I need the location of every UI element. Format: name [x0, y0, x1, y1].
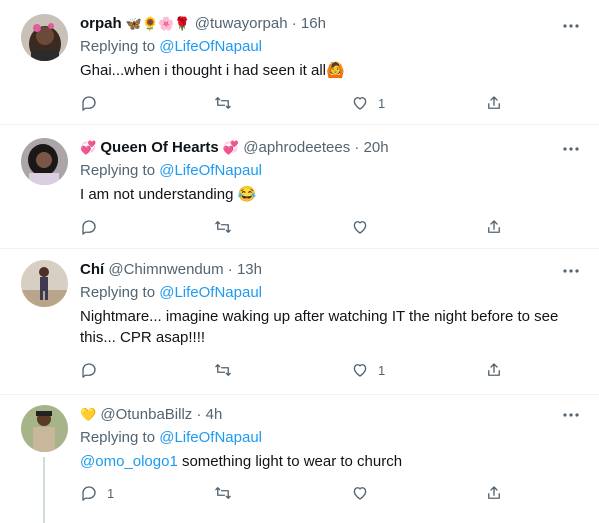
like-button[interactable]: [351, 217, 378, 237]
thread-line: [43, 457, 45, 523]
retweet-icon: [214, 94, 232, 112]
reply-button[interactable]: 1: [80, 483, 114, 503]
replying-to: Replying to @LifeOfNapaul: [80, 283, 559, 303]
reply-count: 1: [107, 485, 115, 501]
tweet-text: Nightmare... imagine waking up after wat…: [80, 306, 559, 348]
reply-tweet-2[interactable]: 💞 Queen Of Hearts 💞 @aphrodeetees · 20h …: [0, 125, 599, 249]
avatar[interactable]: [21, 260, 68, 307]
reply-icon: [80, 361, 98, 379]
tweet-actions: 1: [80, 360, 520, 380]
user-handle[interactable]: @OtunbaBillz: [100, 406, 192, 423]
tweet-text-body: I am not understanding: [80, 186, 234, 203]
more-options-icon[interactable]: [561, 139, 581, 159]
timestamp[interactable]: 16h: [301, 15, 326, 32]
tweet-actions: 1: [80, 93, 520, 113]
share-icon: [485, 218, 503, 236]
tweet-actions: 1: [80, 483, 520, 503]
user-handle[interactable]: @tuwayorpah: [195, 15, 288, 32]
heart-icon: [351, 94, 369, 112]
reply-tweet-3[interactable]: Chí @Chimnwendum · 13h Replying to @Life…: [0, 249, 599, 395]
name-emoji: 💞: [222, 140, 240, 155]
tweet-text: @omo_ologo1 something light to wear to c…: [80, 451, 559, 472]
retweet-button[interactable]: [214, 360, 241, 380]
more-options-icon[interactable]: [561, 261, 581, 281]
retweet-button[interactable]: [214, 217, 241, 237]
share-icon: [485, 361, 503, 379]
tweet-actions: [80, 217, 520, 237]
tweet-text-body: something light to wear to church: [177, 453, 403, 470]
replying-to-label: Replying to: [80, 162, 156, 179]
share-icon: [485, 484, 503, 502]
avatar[interactable]: [21, 14, 68, 61]
retweet-icon: [214, 361, 232, 379]
timestamp[interactable]: 4h: [206, 406, 223, 423]
user-handle[interactable]: @Chimnwendum: [108, 261, 223, 278]
reply-button[interactable]: [80, 93, 107, 113]
user-handle[interactable]: @aphrodeetees: [243, 139, 350, 156]
separator-dot: ·: [291, 15, 297, 32]
name-emoji: 🦋🌻🌸🌹: [125, 16, 191, 31]
replying-to: Replying to @LifeOfNapaul: [80, 428, 559, 448]
like-button[interactable]: 1: [351, 360, 385, 380]
retweet-button[interactable]: [214, 483, 241, 503]
tweet-header: orpah 🦋🌻🌸🌹 @tuwayorpah · 16h: [80, 14, 559, 34]
share-button[interactable]: [485, 360, 503, 380]
replying-to-label: Replying to: [80, 429, 156, 446]
tweet-header: 💞 Queen Of Hearts 💞 @aphrodeetees · 20h: [80, 138, 559, 158]
retweet-icon: [214, 484, 232, 502]
name-prefix-emoji: 💞: [80, 140, 97, 155]
replying-to: Replying to @LifeOfNapaul: [80, 37, 559, 57]
like-count: 1: [378, 362, 386, 378]
tweet-header: 💛 @OtunbaBillz · 4h: [80, 405, 559, 425]
tweet-header: Chí @Chimnwendum · 13h: [80, 260, 559, 280]
name-emoji: 💛: [80, 407, 97, 422]
mention-link[interactable]: @omo_ologo1: [80, 453, 178, 470]
separator-dot: ·: [354, 139, 360, 156]
more-options-icon[interactable]: [561, 405, 581, 425]
share-button[interactable]: [485, 93, 503, 113]
tweet-text-body: Ghai...when i thought i had seen it all: [80, 62, 326, 79]
like-count: 1: [378, 95, 386, 111]
tweet-text-line: this... CPR asap!!!!: [80, 329, 206, 346]
timestamp[interactable]: 20h: [364, 139, 389, 156]
tweet-text: Ghai...when i thought i had seen it all🙆: [80, 60, 559, 81]
reply-button[interactable]: [80, 360, 107, 380]
replying-to-link[interactable]: @LifeOfNapaul: [159, 38, 262, 55]
replying-to: Replying to @LifeOfNapaul: [80, 161, 559, 181]
like-button[interactable]: [351, 483, 378, 503]
reply-icon: [80, 94, 98, 112]
replying-to-label: Replying to: [80, 284, 156, 301]
display-name[interactable]: orpah: [80, 15, 122, 32]
display-name[interactable]: Chí: [80, 261, 104, 278]
separator-dot: ·: [227, 261, 233, 278]
more-options-icon[interactable]: [561, 16, 581, 36]
reply-tweet-1[interactable]: orpah 🦋🌻🌸🌹 @tuwayorpah · 16h Replying to…: [0, 0, 599, 125]
like-button[interactable]: 1: [351, 93, 385, 113]
avatar[interactable]: [21, 405, 68, 452]
tweet-text-line: Nightmare... imagine waking up after wat…: [80, 308, 559, 325]
heart-icon: [351, 218, 369, 236]
share-button[interactable]: [485, 217, 503, 237]
retweet-icon: [214, 218, 232, 236]
text-emoji: 😂: [237, 186, 257, 203]
heart-icon: [351, 484, 369, 502]
heart-icon: [351, 361, 369, 379]
text-emoji: 🙆: [326, 62, 345, 79]
replying-to-link[interactable]: @LifeOfNapaul: [159, 429, 262, 446]
replying-to-link[interactable]: @LifeOfNapaul: [159, 284, 262, 301]
reply-button[interactable]: [80, 217, 107, 237]
share-button[interactable]: [485, 483, 503, 503]
separator-dot: ·: [196, 406, 202, 423]
reply-icon: [80, 218, 98, 236]
timestamp[interactable]: 13h: [237, 261, 262, 278]
replying-to-link[interactable]: @LifeOfNapaul: [159, 162, 262, 179]
tweet-text: I am not understanding 😂: [80, 184, 559, 205]
share-icon: [485, 94, 503, 112]
avatar[interactable]: [21, 138, 68, 185]
replying-to-label: Replying to: [80, 38, 156, 55]
reply-tweet-4[interactable]: 💛 @OtunbaBillz · 4h Replying to @LifeOfN…: [0, 395, 599, 523]
reply-icon: [80, 484, 98, 502]
display-name[interactable]: Queen Of Hearts: [100, 139, 218, 156]
retweet-button[interactable]: [214, 93, 241, 113]
